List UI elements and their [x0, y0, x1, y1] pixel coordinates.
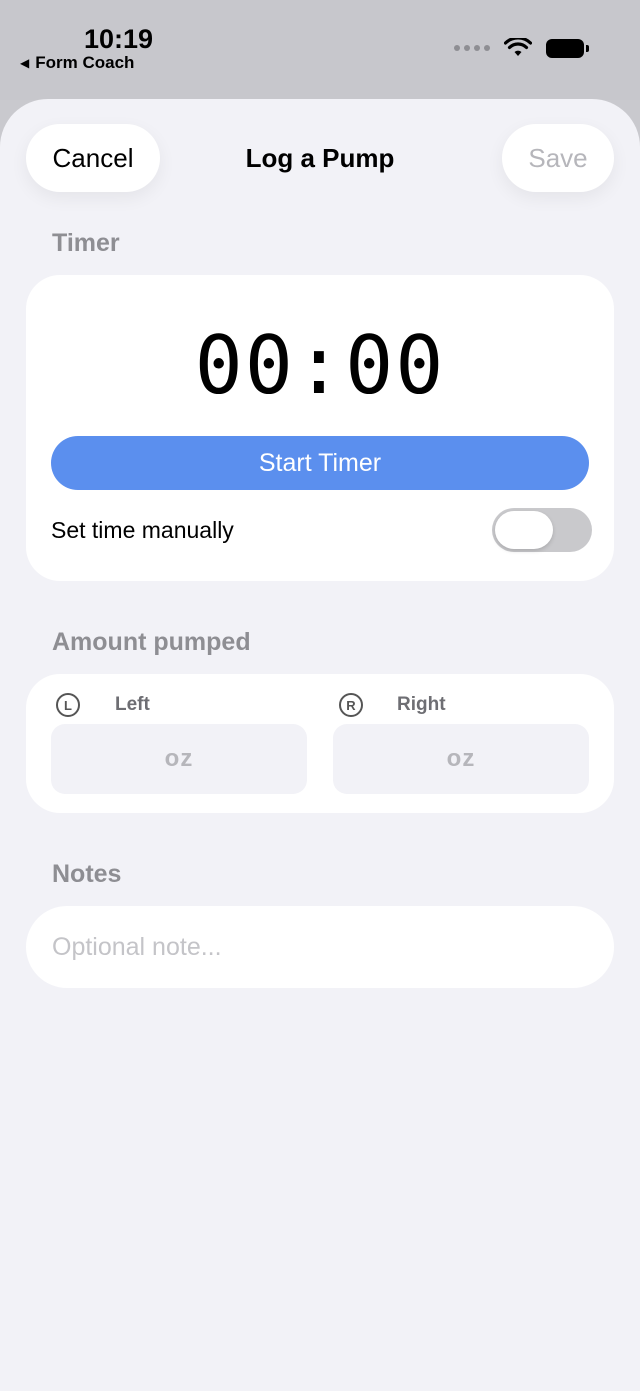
right-label: Right: [397, 694, 446, 715]
save-button[interactable]: Save: [502, 124, 614, 192]
notes-input[interactable]: [26, 906, 614, 988]
amount-section-label: Amount pumped: [52, 628, 251, 656]
cellular-signal-icon: [454, 45, 490, 51]
back-app-label: Form Coach: [35, 53, 135, 72]
status-time: 10:19: [84, 24, 154, 54]
back-to-app-link[interactable]: ◀ Form Coach: [20, 53, 134, 73]
set-time-manually-toggle[interactable]: [492, 508, 592, 552]
timer-section-label: Timer: [52, 229, 120, 257]
toggle-knob: [495, 511, 553, 549]
status-indicators: [454, 38, 589, 58]
log-pump-sheet: Cancel Log a Pump Save Timer 00:00 Start…: [0, 99, 640, 1391]
left-label: Left: [115, 694, 150, 715]
start-timer-button[interactable]: Start Timer: [51, 436, 589, 490]
timer-display: 00:00: [194, 319, 446, 412]
timer-card: 00:00 Start Timer Set time manually: [26, 275, 614, 581]
set-time-manually-label: Set time manually: [51, 517, 234, 543]
left-side-icon: L: [56, 693, 80, 717]
amount-card: L Left R Right: [26, 674, 614, 813]
right-amount-input[interactable]: [333, 724, 589, 794]
wifi-icon: [504, 38, 532, 56]
notes-section-label: Notes: [52, 860, 122, 888]
status-bar: 10:19 ◀ Form Coach: [0, 0, 640, 100]
left-amount-input[interactable]: [51, 724, 307, 794]
right-side-icon: R: [339, 693, 363, 717]
battery-icon: [546, 38, 589, 58]
back-arrow-icon: ◀: [20, 56, 30, 70]
